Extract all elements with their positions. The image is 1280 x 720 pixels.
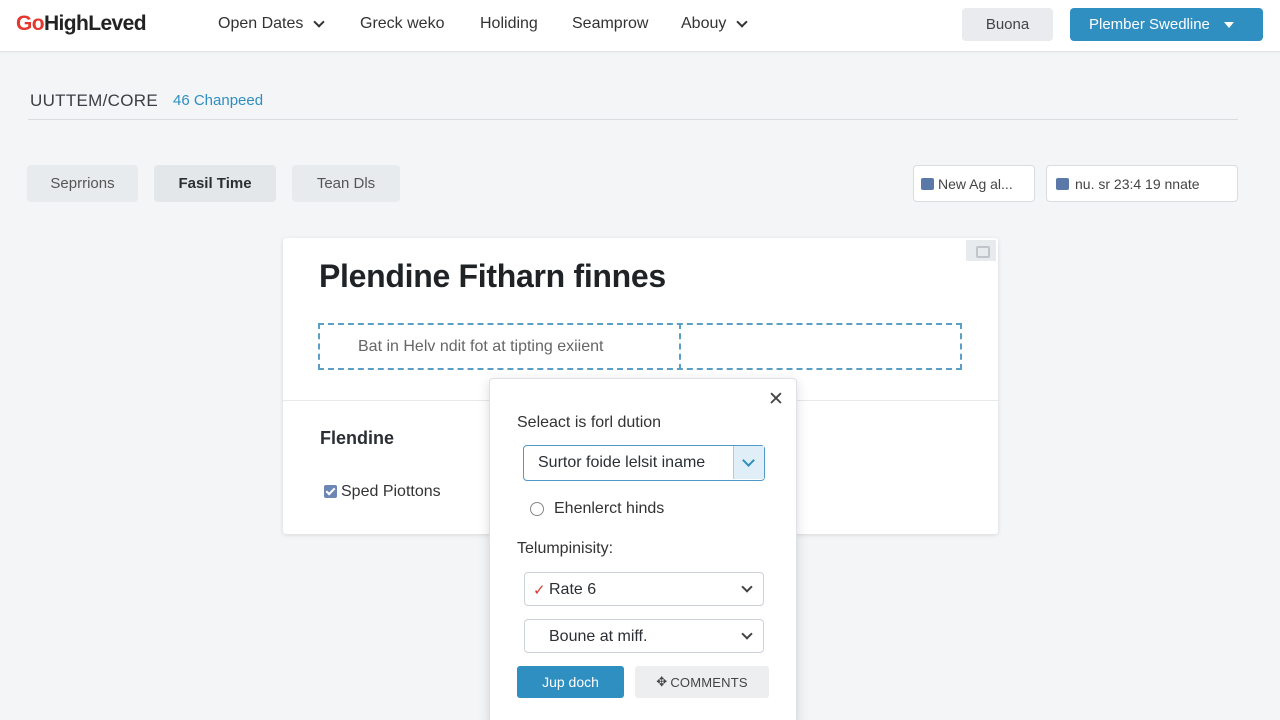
- nav-item-holiding[interactable]: Holiding: [480, 15, 538, 33]
- section-divider: [28, 119, 1238, 120]
- time-filter-chip[interactable]: nu. sr 23:4 19 nnate: [1046, 165, 1238, 202]
- dashed-input-text: Bat in Helv ndit fot at tipting exiient: [358, 338, 604, 355]
- nav-label: Open Dates: [218, 15, 304, 32]
- chevron-down-icon[interactable]: [733, 446, 764, 479]
- chevron-down-icon: [741, 581, 753, 593]
- caret-down-icon: [1223, 21, 1234, 28]
- card-subheading: Flendine: [320, 428, 395, 448]
- date-filter-chip[interactable]: New Ag al...: [913, 165, 1035, 202]
- tab-fasil-time[interactable]: Fasil Time: [154, 165, 276, 202]
- nav-label: Abouy: [681, 15, 727, 32]
- radio-label: Ehenlerct hinds: [554, 500, 665, 517]
- time-filter-label: nu. sr 23:4 19 nnate: [1075, 175, 1200, 192]
- rate-select-value: Rate 6: [549, 581, 597, 598]
- card-title: Plendine Fitharn finnes: [319, 258, 666, 294]
- check-icon: ✓: [533, 582, 546, 599]
- ehenlerct-hinds-radio[interactable]: [530, 502, 544, 516]
- chevron-down-icon: [741, 628, 753, 640]
- brand-logo[interactable]: GoHighLeved: [16, 12, 147, 36]
- primary-header-button[interactable]: Plember Swedline: [1070, 8, 1263, 41]
- sped-piottons-checkbox[interactable]: [324, 485, 337, 498]
- nav-item-greck-weko[interactable]: Greck weko: [360, 15, 444, 33]
- chevron-down-icon: [736, 15, 749, 28]
- secondary-header-button[interactable]: Buona: [962, 8, 1053, 41]
- nav-label: Seamprow: [572, 15, 649, 32]
- nav-item-open-dates[interactable]: Open Dates: [218, 15, 326, 33]
- chevron-down-icon: [313, 15, 326, 28]
- top-navbar: GoHighLeved Open Dates Greck weko Holidi…: [0, 0, 1280, 52]
- calendar-icon: [921, 177, 934, 190]
- section-title: UUTTEM/CORE: [30, 91, 158, 110]
- tab-seprrions[interactable]: Seprrions: [27, 165, 138, 202]
- comments-button-label: COMMENTS: [670, 674, 748, 690]
- primary-header-button-label: Plember Swedline: [1089, 16, 1210, 33]
- nav-item-abouy[interactable]: Abouy: [681, 15, 749, 33]
- nav-item-seamprow[interactable]: Seamprow: [572, 15, 648, 33]
- popover-second-label: Telumpinisity:: [517, 540, 614, 557]
- popover-primary-select[interactable]: Surtor foide lelsit iname: [523, 445, 765, 481]
- logo-prefix: Go: [16, 12, 45, 35]
- logo-text: HighLeved: [43, 12, 147, 35]
- nav-label: Greck weko: [360, 15, 445, 32]
- close-icon[interactable]: ✕: [768, 388, 784, 411]
- tab-tean-dls[interactable]: Tean Dls: [292, 165, 400, 202]
- popover-select-label: Seleact is forl dution: [517, 414, 662, 431]
- date-filter-label: New Ag al...: [938, 175, 1013, 192]
- section-count-link[interactable]: 46 Chanpeed: [173, 92, 263, 109]
- clock-icon: [1056, 177, 1069, 190]
- nav-label: Holiding: [480, 15, 538, 32]
- popover-primary-select-value: Surtor foide lelsit iname: [538, 454, 706, 471]
- expand-icon[interactable]: [966, 240, 996, 261]
- move-icon: ✥: [656, 674, 668, 689]
- jup-doch-button[interactable]: Jup doch: [517, 666, 624, 698]
- comments-button[interactable]: ✥ COMMENTS: [635, 666, 769, 698]
- checkbox-label: Sped Piottons: [341, 483, 441, 500]
- rate-select[interactable]: ✓ Rate 6: [524, 572, 764, 606]
- bounce-select-value: Boune at miff.: [549, 628, 648, 645]
- dashed-input-divider: [679, 323, 681, 370]
- bounce-select[interactable]: Boune at miff.: [524, 619, 764, 653]
